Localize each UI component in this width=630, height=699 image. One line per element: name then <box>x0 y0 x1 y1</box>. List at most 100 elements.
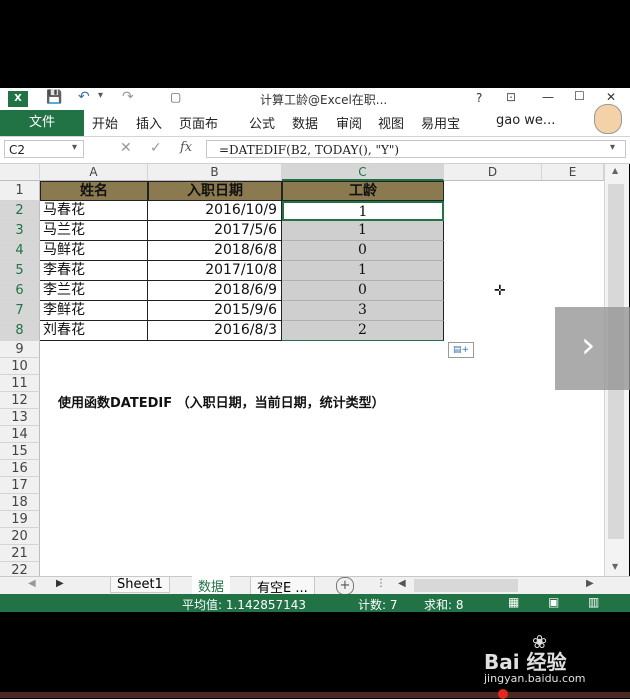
next-sheet-icon[interactable]: ▶ <box>56 578 64 589</box>
row-header[interactable]: 17 <box>0 477 40 494</box>
select-all-corner[interactable] <box>0 164 40 181</box>
name-box-dropdown-icon[interactable]: ▾ <box>72 142 77 153</box>
table-cell-name[interactable]: 马兰花 <box>40 221 148 241</box>
table-header-seniority[interactable]: 工龄 <box>282 181 444 201</box>
row-header[interactable]: 1 <box>0 181 40 201</box>
formula-bar: C2 ▾ ✕ ✓ fx =DATEDIF(B2, TODAY(), "Y") ▾ <box>0 137 630 164</box>
undo-dropdown-icon[interactable]: ▾ <box>98 90 103 101</box>
row-header[interactable]: 14 <box>0 426 40 443</box>
table-cell-date[interactable]: 2018/6/9 <box>148 281 282 301</box>
row-header[interactable]: 9 <box>0 341 40 358</box>
column-header-d[interactable]: D <box>444 164 542 181</box>
tab-view[interactable]: 视图 <box>378 113 404 132</box>
tab-page-layout[interactable]: 页面布 <box>179 113 218 132</box>
table-cell-date[interactable]: 2015/9/6 <box>148 301 282 321</box>
row-header[interactable]: 3 <box>0 221 40 241</box>
help-icon[interactable]: ? <box>476 91 482 105</box>
tab-easy-use[interactable]: 易用宝 <box>421 113 460 132</box>
page-break-icon[interactable]: ▥ <box>588 595 599 609</box>
baidu-watermark: ❀ Bai 经验 jingyan.baidu.com <box>480 630 630 690</box>
next-slide-button[interactable]: › <box>555 307 630 390</box>
row-header[interactable]: 18 <box>0 494 40 511</box>
table-cell-seniority[interactable]: 1 <box>282 261 444 281</box>
table-header-hire-date[interactable]: 入职日期 <box>148 181 282 201</box>
ribbon-display-icon[interactable]: ⊡ <box>506 90 516 104</box>
row-header[interactable]: 16 <box>0 460 40 477</box>
tab-review[interactable]: 审阅 <box>336 113 362 132</box>
normal-view-icon[interactable]: ▦ <box>508 595 519 609</box>
video-progress-bar[interactable] <box>0 689 630 699</box>
hscroll-thumb[interactable] <box>414 579 518 592</box>
row-header[interactable]: 10 <box>0 358 40 375</box>
row-header[interactable]: 20 <box>0 528 40 545</box>
hscroll-left-icon[interactable]: ◀ <box>398 578 406 589</box>
hscroll-right-icon[interactable]: ▶ <box>586 578 594 589</box>
add-sheet-icon[interactable]: + <box>336 577 354 595</box>
row-header[interactable]: 19 <box>0 511 40 528</box>
enter-icon[interactable]: ✓ <box>150 140 162 156</box>
scroll-up-icon[interactable]: ▲ <box>612 166 618 175</box>
row-header[interactable]: 15 <box>0 443 40 460</box>
tab-sheet1[interactable]: Sheet1 <box>110 576 170 593</box>
column-header-a[interactable]: A <box>40 164 148 181</box>
column-header-c[interactable]: C <box>282 164 444 181</box>
table-cell-seniority[interactable]: 1 <box>282 221 444 241</box>
worksheet-grid[interactable]: A B C D E 1 2 3 4 5 6 7 8 9 10 11 12 13 … <box>0 164 604 576</box>
row-header[interactable]: 12 <box>0 392 40 409</box>
tab-home[interactable]: 开始 <box>92 113 118 132</box>
row-header[interactable]: 13 <box>0 409 40 426</box>
tab-menu-icon[interactable]: ⋮ <box>376 578 386 589</box>
table-cell-name[interactable]: 马鲜花 <box>40 241 148 261</box>
table-cell-name[interactable]: 李兰花 <box>40 281 148 301</box>
tab-insert[interactable]: 插入 <box>136 113 162 132</box>
tab-file[interactable]: 文件 <box>0 110 84 136</box>
table-cell-date[interactable]: 2017/5/6 <box>148 221 282 241</box>
row-header[interactable]: 5 <box>0 261 40 281</box>
title-bar: X 💾 ↶ ▾ ↷ ▢ 计算工龄@Excel在职... ? ⊡ — ☐ ✕ <box>0 88 630 110</box>
table-cell-date[interactable]: 2018/6/8 <box>148 241 282 261</box>
table-cell-name[interactable]: 马春花 <box>40 201 148 221</box>
user-name[interactable]: gao we... <box>496 113 555 128</box>
chevron-right-icon: › <box>581 325 596 366</box>
row-header[interactable]: 4 <box>0 241 40 261</box>
table-cell-date[interactable]: 2017/10/8 <box>148 261 282 281</box>
redo-icon[interactable]: ↷ <box>122 89 134 105</box>
minimize-button[interactable]: — <box>542 90 554 104</box>
table-cell-seniority[interactable]: 0 <box>282 241 444 261</box>
formula-input[interactable]: =DATEDIF(B2, TODAY(), "Y") <box>206 140 626 158</box>
row-header[interactable]: 7 <box>0 301 40 321</box>
row-header[interactable]: 2 <box>0 201 40 221</box>
cancel-icon[interactable]: ✕ <box>120 140 132 156</box>
insert-function-icon[interactable]: fx <box>180 140 192 155</box>
table-cell-date[interactable]: 2016/8/3 <box>148 321 282 341</box>
table-cell-seniority[interactable]: 0 <box>282 281 444 301</box>
table-cell-seniority[interactable]: 3 <box>282 301 444 321</box>
column-header-e[interactable]: E <box>542 164 604 181</box>
prev-sheet-icon[interactable]: ◀ <box>28 578 36 589</box>
avatar[interactable] <box>594 104 622 134</box>
column-header-b[interactable]: B <box>148 164 282 181</box>
maximize-button[interactable]: ☐ <box>574 89 585 103</box>
table-cell-seniority[interactable]: 2 <box>282 321 444 341</box>
table-cell-name[interactable]: 刘春花 <box>40 321 148 341</box>
row-header[interactable]: 21 <box>0 545 40 562</box>
expand-formula-icon[interactable]: ▾ <box>610 142 615 153</box>
row-header[interactable]: 11 <box>0 375 40 392</box>
table-header-name[interactable]: 姓名 <box>40 181 148 201</box>
page-layout-icon[interactable]: ▣ <box>548 595 559 609</box>
row-header[interactable]: 8 <box>0 321 40 341</box>
row-header[interactable]: 22 <box>0 562 40 576</box>
table-cell-date[interactable]: 2016/10/9 <box>148 201 282 221</box>
tab-data[interactable]: 数据 <box>292 113 318 132</box>
quick-analysis-icon[interactable]: ▤+ <box>448 342 474 358</box>
new-doc-icon[interactable]: ▢ <box>170 90 181 104</box>
table-cell-name[interactable]: 李鲜花 <box>40 301 148 321</box>
save-icon[interactable]: 💾 <box>46 90 62 105</box>
scroll-down-icon[interactable]: ▼ <box>612 562 618 571</box>
undo-icon[interactable]: ↶ <box>78 89 90 105</box>
close-button[interactable]: ✕ <box>606 90 616 104</box>
tab-formulas[interactable]: 公式 <box>249 113 275 132</box>
active-cell[interactable]: 1 <box>282 201 444 221</box>
table-cell-name[interactable]: 李春花 <box>40 261 148 281</box>
row-header[interactable]: 6 <box>0 281 40 301</box>
